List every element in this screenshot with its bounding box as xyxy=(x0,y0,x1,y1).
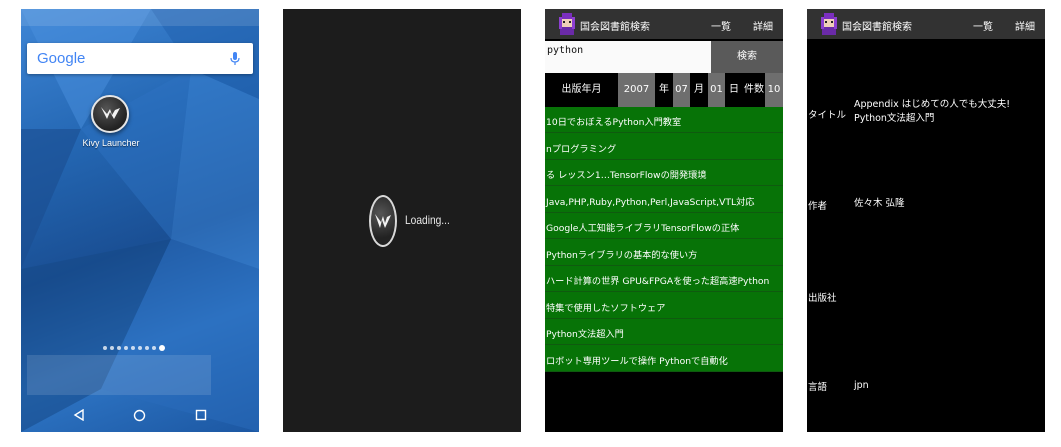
search-screen: 国会図書館検索 一覧 詳細 検索 出版年月 2007 年 07 月 01 日 件… xyxy=(545,9,783,432)
app-label: Kivy Launcher xyxy=(82,138,140,148)
language-value: jpn xyxy=(854,380,869,391)
navigation-bar xyxy=(21,398,259,432)
author-value: 佐々木 弘隆 xyxy=(854,198,905,209)
count-field[interactable]: 10 xyxy=(765,73,783,107)
result-item[interactable]: 特集で使用したソフトウェア xyxy=(545,293,783,319)
dock xyxy=(27,355,211,395)
kivy-launcher-app-icon[interactable] xyxy=(91,95,129,133)
home-icon[interactable] xyxy=(133,409,146,422)
result-item[interactable]: 10日でおぼえるPython入門教室 xyxy=(545,107,783,133)
kivy-logo-icon xyxy=(369,195,397,247)
app-title: 国会図書館検索 xyxy=(842,22,912,33)
language-label: 言語 xyxy=(808,382,828,393)
result-item[interactable]: ロボット専用ツールで操作 Pythonで自動化 xyxy=(545,346,783,372)
page-dot xyxy=(138,346,142,350)
title-value: Appendix はじめての人でも大丈夫! Python文法超入門 xyxy=(854,99,1011,124)
status-bar xyxy=(21,9,259,26)
result-item[interactable]: る レッスン1…TensorFlowの開発環境 xyxy=(545,160,783,186)
google-search-bar[interactable]: Google xyxy=(27,43,253,74)
app-title: 国会図書館検索 xyxy=(580,22,650,33)
result-item[interactable]: Java,PHP,Ruby,Python,Perl,JavaScript,VTL… xyxy=(545,187,783,213)
menu-detail-button[interactable]: 詳細 xyxy=(1015,18,1035,33)
page-dot-active xyxy=(159,345,165,351)
publisher-label: 出版社 xyxy=(808,293,837,304)
result-item[interactable]: nプログラミング xyxy=(545,134,783,160)
recents-icon[interactable] xyxy=(195,409,207,421)
date-label: 出版年月 xyxy=(561,84,602,95)
year-field[interactable]: 2007 xyxy=(618,73,655,107)
result-item[interactable]: Google人工知能ライブラリTensorFlowの正体 xyxy=(545,213,783,239)
page-dot xyxy=(131,346,135,350)
detail-screen: 国会図書館検索 一覧 詳細 タイトル Appendix はじめての人でも大丈夫!… xyxy=(807,9,1045,432)
page-dot xyxy=(145,346,149,350)
day-field[interactable]: 01 xyxy=(708,73,725,107)
title-label: タイトル xyxy=(808,110,847,121)
search-button[interactable]: 検索 xyxy=(711,41,783,73)
kivy-logo-icon xyxy=(101,107,120,119)
app-avatar-icon xyxy=(821,13,837,35)
page-dot xyxy=(110,346,114,350)
page-indicator xyxy=(103,344,165,352)
result-item[interactable]: Pythonライブラリの基本的な使い方 xyxy=(545,240,783,266)
page-dot xyxy=(117,346,121,350)
month-field[interactable]: 07 xyxy=(673,73,690,107)
page-dot xyxy=(124,346,128,350)
menu-list-button[interactable]: 一覧 xyxy=(711,18,731,33)
results-list: 10日でおぼえるPython入門教室 nプログラミング る レッスン1…Tens… xyxy=(545,107,783,372)
result-item[interactable]: ハード計算の世界 GPU&FPGAを使った超高速Python xyxy=(545,266,783,292)
loading-screen: Loading... xyxy=(283,9,521,432)
search-input[interactable] xyxy=(545,41,711,73)
loading-text: Loading... xyxy=(405,213,450,227)
result-item[interactable]: Python文法超入門 xyxy=(545,319,783,345)
back-icon[interactable] xyxy=(73,409,85,421)
page-dot xyxy=(103,346,107,350)
count-label: 件数 xyxy=(744,84,764,95)
day-unit: 日 xyxy=(729,84,739,95)
author-label: 作者 xyxy=(808,201,828,212)
app-bar: 国会図書館検索 一覧 詳細 xyxy=(545,9,783,39)
app-avatar-icon xyxy=(559,13,575,35)
google-logo: Google xyxy=(37,50,86,67)
menu-list-button[interactable]: 一覧 xyxy=(973,18,993,33)
page-dot xyxy=(152,346,156,350)
mic-icon[interactable] xyxy=(230,51,240,70)
date-filter-row: 出版年月 2007 年 07 月 01 日 件数 10 xyxy=(545,73,783,107)
year-unit: 年 xyxy=(659,84,669,95)
month-unit: 月 xyxy=(694,84,704,95)
app-bar: 国会図書館検索 一覧 詳細 xyxy=(807,9,1045,39)
menu-detail-button[interactable]: 詳細 xyxy=(753,18,773,33)
home-screen: Google Kivy Launcher xyxy=(21,9,259,432)
